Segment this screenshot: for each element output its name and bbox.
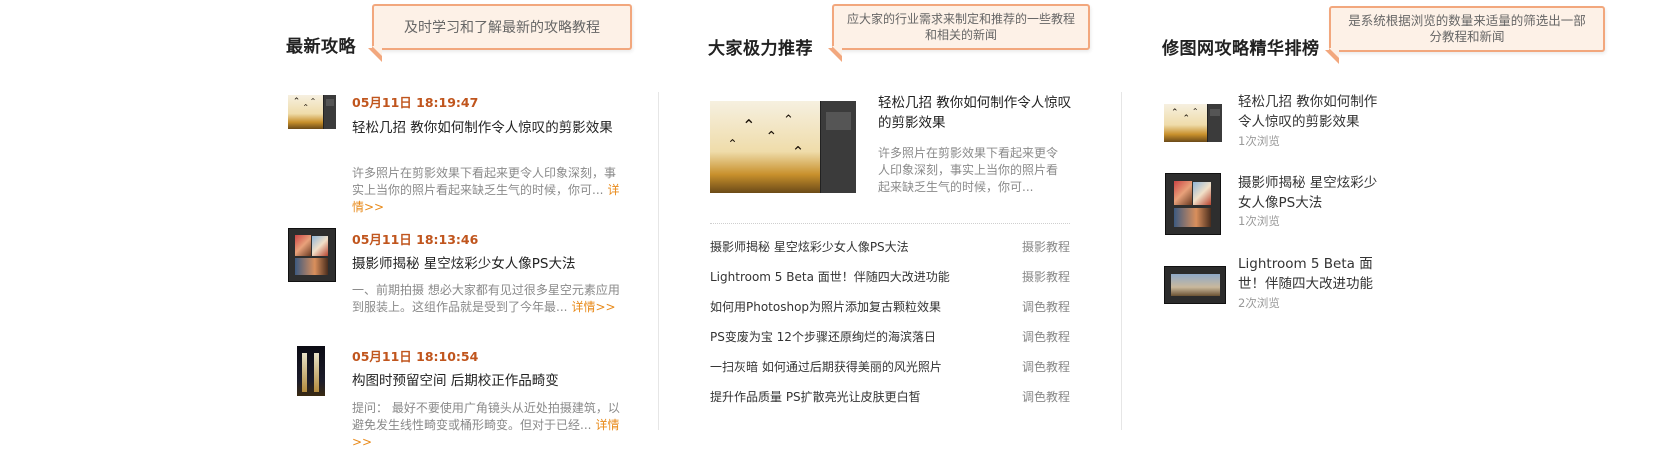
tip-bubble-ranking: 是系统根据浏览的数量来适量的筛选出一部分教程和新闻 xyxy=(1329,6,1605,52)
list-item[interactable]: 提升作品质量 PS扩散亮光让皮肤更白皙 调色教程 xyxy=(710,389,1070,405)
tip-text-latest: 及时学习和了解最新的攻略教程 xyxy=(404,20,600,36)
tip-text-ranking: 是系统根据浏览的数量来适量的筛选出一部分教程和新闻 xyxy=(1348,13,1586,44)
rank-item-title-link[interactable]: 轻松几招 教你如何制作令人惊叹的剪影效果 xyxy=(1238,92,1388,132)
list-item-category[interactable]: 调色教程 xyxy=(1022,299,1070,315)
feature-thumb-silhouette[interactable]: ⌃ ⌃ ⌃ ⌃ ⌃ xyxy=(710,101,856,193)
item-desc: 提问： 最好不要使用广角镜头从近处拍摄建筑，以避免发生线性畸变或桶形畸变。但对于… xyxy=(352,400,622,451)
column-divider xyxy=(1121,92,1122,430)
thumb-portrait[interactable] xyxy=(288,228,336,282)
section-title-ranking: 修图网攻略精华排榜 xyxy=(1162,39,1320,59)
item-title-link[interactable]: 构图时预留空间 后期校正作品畸变 xyxy=(352,371,617,391)
rank-thumb-lightroom[interactable] xyxy=(1164,266,1226,304)
item-date: 05月11日 18:19:47 xyxy=(352,95,479,110)
rank-item-views: 2次浏览 xyxy=(1238,296,1280,310)
list-item[interactable]: 摄影师揭秘 星空炫彩少女人像PS大法 摄影教程 xyxy=(710,239,1070,255)
list-item[interactable]: Lightroom 5 Beta 面世！伴随四大改进功能 摄影教程 xyxy=(710,269,1070,285)
details-link[interactable]: 详情>> xyxy=(571,300,615,314)
list-item-category[interactable]: 调色教程 xyxy=(1022,389,1070,405)
list-item[interactable]: 如何用Photoshop为照片添加复古颗粒效果 调色教程 xyxy=(710,299,1070,315)
item-title-link[interactable]: 摄影师揭秘 星空炫彩少女人像PS大法 xyxy=(352,254,617,274)
item-desc-text: 提问： 最好不要使用广角镜头从近处拍摄建筑，以避免发生线性畸变或桶形畸变。但对于… xyxy=(352,401,620,432)
rank-item-title-link[interactable]: Lightroom 5 Beta 面世！伴随四大改进功能 xyxy=(1238,254,1388,294)
dotted-divider xyxy=(710,223,1070,224)
tip-text-recommend: 应大家的行业需求来制定和推荐的一些教程和相关的新闻 xyxy=(846,12,1075,42)
list-item-category[interactable]: 调色教程 xyxy=(1022,359,1070,375)
section-title-latest: 最新攻略 xyxy=(286,37,356,57)
list-item-title[interactable]: 一扫灰暗 如何通过后期获得美丽的风光照片 xyxy=(710,359,942,375)
item-date: 05月11日 18:13:46 xyxy=(352,232,479,247)
list-item-category[interactable]: 摄影教程 xyxy=(1022,239,1070,255)
rank-item-title-link[interactable]: 摄影师揭秘 星空炫彩少女人像PS大法 xyxy=(1238,173,1388,213)
item-date: 05月11日 18:10:54 xyxy=(352,349,479,364)
feature-desc: 许多照片在剪影效果下看起来更令人印象深刻，事实上当你的照片看起来缺乏生气的时候，… xyxy=(878,146,1059,194)
rank-item-views: 1次浏览 xyxy=(1238,214,1280,228)
list-item-title[interactable]: 如何用Photoshop为照片添加复古颗粒效果 xyxy=(710,299,941,315)
tip-bubble-recommend: 应大家的行业需求来制定和推荐的一些教程和相关的新闻 xyxy=(832,4,1090,50)
tip-tail-ranking xyxy=(1325,48,1339,64)
list-item-title[interactable]: Lightroom 5 Beta 面世！伴随四大改进功能 xyxy=(710,269,950,285)
rank-thumb-portrait[interactable] xyxy=(1165,173,1221,235)
item-desc: 一、前期拍摄 想必大家都有见过很多星空元素应用到服装上。这组作品就是受到了今年最… xyxy=(352,282,622,316)
list-item[interactable]: 一扫灰暗 如何通过后期获得美丽的风光照片 调色教程 xyxy=(710,359,1070,375)
list-item-title[interactable]: PS变废为宝 12个步骤还原绚烂的海滨落日 xyxy=(710,329,936,345)
list-item-title[interactable]: 摄影师揭秘 星空炫彩少女人像PS大法 xyxy=(710,239,909,255)
thumb-towers[interactable] xyxy=(297,346,325,396)
feature-title-link[interactable]: 轻松几招 教你如何制作令人惊叹的剪影效果 xyxy=(878,93,1078,133)
tip-bubble-latest: 及时学习和了解最新的攻略教程 xyxy=(372,4,632,50)
item-title-link[interactable]: 轻松几招 教你如何制作令人惊叹的剪影效果 xyxy=(352,118,617,138)
item-desc: 许多照片在剪影效果下看起来更令人印象深刻，事实上当你的照片看起来缺乏生气的时候，… xyxy=(352,165,622,216)
tip-tail-recommend xyxy=(828,46,842,62)
list-item-category[interactable]: 调色教程 xyxy=(1022,329,1070,345)
rank-thumb-silhouette[interactable]: ⌃ ⌃ ⌃ xyxy=(1164,104,1222,142)
item-desc-text: 许多照片在剪影效果下看起来更令人印象深刻，事实上当你的照片看起来缺乏生气的时候，… xyxy=(352,166,617,197)
thumb-silhouette[interactable]: ⌃ ⌃ ⌃ xyxy=(288,95,336,129)
section-title-recommend: 大家极力推荐 xyxy=(708,39,813,59)
list-item-category[interactable]: 摄影教程 xyxy=(1022,269,1070,285)
column-divider xyxy=(658,92,659,430)
rank-item-views: 1次浏览 xyxy=(1238,134,1280,148)
tip-tail-latest xyxy=(368,46,382,62)
list-item[interactable]: PS变废为宝 12个步骤还原绚烂的海滨落日 调色教程 xyxy=(710,329,1070,345)
list-item-title[interactable]: 提升作品质量 PS扩散亮光让皮肤更白皙 xyxy=(710,389,921,405)
